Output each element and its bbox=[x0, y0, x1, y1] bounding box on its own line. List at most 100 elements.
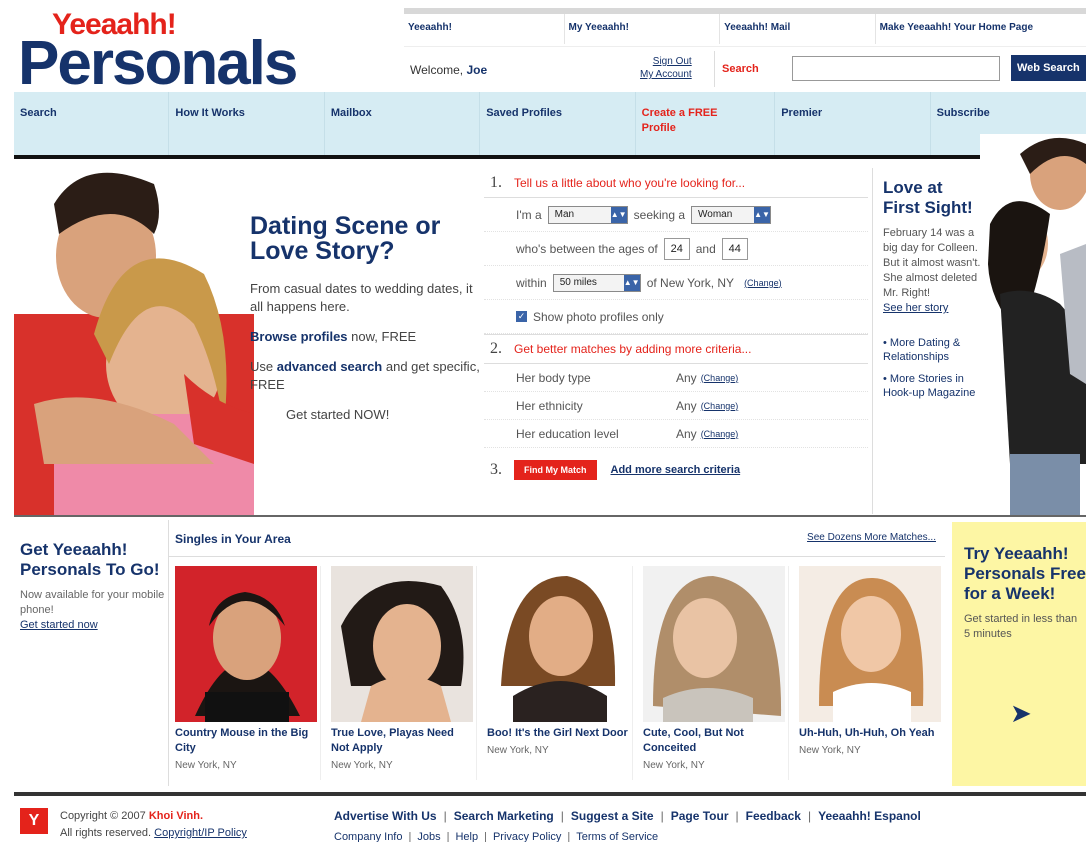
single-profile-card[interactable]: Cute, Cool, But Not Conceited New York, … bbox=[643, 566, 789, 780]
sign-out-link[interactable]: Sign Out bbox=[653, 56, 692, 67]
copyright-policy-link[interactable]: Copyright/IP Policy bbox=[154, 827, 247, 839]
advanced-search-link[interactable]: advanced search bbox=[277, 359, 383, 374]
nav-mailbox[interactable]: Mailbox bbox=[325, 92, 481, 155]
footer-link[interactable]: Jobs bbox=[417, 831, 440, 842]
top-links-bar: Yeeaahh! My Yeeaahh! Yeeaahh! Mail Make … bbox=[404, 8, 1086, 44]
profile-photo[interactable] bbox=[799, 566, 941, 722]
change-location-link[interactable]: (Change) bbox=[744, 278, 782, 288]
browse-profiles-link[interactable]: Browse profiles bbox=[250, 329, 348, 344]
gender-row: I'm a Man ▲▼ seeking a Woman ▲▼ bbox=[484, 198, 868, 232]
my-account-link[interactable]: My Account bbox=[640, 69, 692, 80]
single-profile-card[interactable]: Country Mouse in the Big City New York, … bbox=[175, 566, 321, 780]
profile-caption[interactable]: Boo! It's the Girl Next Door bbox=[487, 726, 632, 741]
top-link-make-home[interactable]: Make Yeeaahh! Your Home Page bbox=[874, 14, 1086, 44]
hero-headline: Dating Scene or Love Story? bbox=[250, 212, 441, 265]
free-trial-promo[interactable]: Try Yeeaahh! Personals Free for a Week! … bbox=[952, 522, 1086, 786]
profile-photo[interactable] bbox=[643, 566, 785, 722]
mobile-promo: Get Yeeaahh! Personals To Go! Now availa… bbox=[14, 520, 166, 786]
seeking-select[interactable]: Woman ▲▼ bbox=[691, 205, 772, 224]
footer-link[interactable]: Page Tour bbox=[671, 809, 729, 823]
distance-select[interactable]: 50 miles ▲▼ bbox=[552, 273, 641, 292]
footer-link[interactable]: Feedback bbox=[746, 809, 801, 823]
footer-link[interactable]: Suggest a Site bbox=[571, 809, 654, 823]
step-1-header: 1. Tell us a little about who you're loo… bbox=[484, 168, 868, 198]
see-more-matches-link[interactable]: See Dozens More Matches... bbox=[807, 532, 936, 543]
step-1-number: 1. bbox=[490, 173, 502, 191]
copyright: Copyright © 2007 Khoi Vinh. All rights r… bbox=[60, 808, 247, 842]
profile-photo[interactable] bbox=[331, 566, 473, 722]
get-started-now-link[interactable]: Get started now bbox=[20, 619, 98, 631]
profile-photo[interactable] bbox=[175, 566, 317, 722]
add-more-criteria-link[interactable]: Add more search criteria bbox=[611, 464, 741, 476]
single-profile-card[interactable]: Boo! It's the Girl Next Door New York, N… bbox=[487, 566, 633, 780]
site-logo[interactable]: Yeeaahh! Personals bbox=[18, 8, 338, 98]
footer-link[interactable]: Help bbox=[455, 831, 478, 842]
try-text: Get started in less than 5 minutes bbox=[964, 613, 1078, 640]
step-2-header: 2. Get better matches by adding more cri… bbox=[484, 334, 868, 364]
love-at-first-sight-promo: Love at First Sight! February 14 was a b… bbox=[872, 168, 984, 514]
profile-photo[interactable] bbox=[487, 566, 629, 722]
footer-divider bbox=[14, 792, 1086, 796]
footer-link[interactable]: Search Marketing bbox=[454, 809, 554, 823]
age-min-input[interactable]: 24 bbox=[663, 237, 690, 260]
age-row: who's between the ages of 24 and 44 bbox=[484, 232, 868, 266]
nav-how-it-works[interactable]: How It Works bbox=[169, 92, 325, 155]
age-max-input[interactable]: 44 bbox=[721, 237, 748, 260]
browse-line: Browse profiles now, FREE bbox=[250, 328, 480, 346]
change-body-type-link[interactable]: (Change) bbox=[701, 373, 739, 383]
change-education-link[interactable]: (Change) bbox=[701, 429, 739, 439]
photo-only-checkbox[interactable]: ✓ bbox=[516, 311, 527, 322]
criteria-label: Her education level bbox=[516, 426, 619, 441]
nav-create-profile[interactable]: Create a FREE Profile bbox=[636, 92, 776, 155]
select-arrow-icon: ▲▼ bbox=[610, 206, 627, 223]
change-ethnicity-link[interactable]: (Change) bbox=[701, 401, 739, 411]
love-story-text: February 14 was a big day for Colleen. B… bbox=[883, 227, 981, 299]
get-started-text: Get started NOW! bbox=[286, 407, 390, 422]
arrow-right-icon[interactable]: ➤ bbox=[1010, 698, 1032, 729]
nav-search[interactable]: Search bbox=[14, 92, 170, 155]
footer-link[interactable]: Privacy Policy bbox=[493, 831, 561, 842]
top-link-my-yeeaahh[interactable]: My Yeeaahh! bbox=[563, 14, 720, 44]
author-name: Khoi Vinh. bbox=[148, 810, 204, 822]
footer-links: Advertise With Us | Search Marketing | Sugge… bbox=[334, 809, 921, 842]
profile-caption[interactable]: Cute, Cool, But Not Conceited bbox=[643, 726, 788, 756]
mobile-title: Get Yeeaahh! Personals To Go! bbox=[20, 540, 160, 579]
nav-saved-profiles[interactable]: Saved Profiles bbox=[480, 92, 636, 155]
nav-premier[interactable]: Premier bbox=[775, 92, 931, 155]
more-stories-link[interactable]: • More Stories in Hook-up Magazine bbox=[883, 372, 984, 400]
profile-caption[interactable]: Uh-Huh, Uh-Huh, Oh Yeah bbox=[799, 726, 945, 741]
single-profile-card[interactable]: Uh-Huh, Uh-Huh, Oh Yeah New York, NY bbox=[799, 566, 945, 780]
gender-select[interactable]: Man ▲▼ bbox=[547, 205, 628, 224]
within-label: within bbox=[516, 275, 547, 290]
footer-link[interactable]: Terms of Service bbox=[576, 831, 658, 842]
step-2-number: 2. bbox=[490, 340, 502, 357]
step-3-row: 3. Find My Match Add more search criteri… bbox=[484, 448, 868, 492]
photo-only-label: Show photo profiles only bbox=[533, 309, 664, 324]
distance-row: within 50 miles ▲▼ of New York, NY (Chang… bbox=[484, 266, 868, 300]
photo-row: ✓ Show photo profiles only bbox=[484, 300, 868, 334]
footer-link[interactable]: Company Info bbox=[334, 831, 402, 842]
logo-personals-text: Personals bbox=[18, 29, 298, 98]
profile-caption[interactable]: True Love, Playas Need Not Apply bbox=[331, 726, 476, 756]
top-link-mail[interactable]: Yeeaahh! Mail bbox=[719, 14, 875, 44]
more-dating-link[interactable]: • More Dating & Relationships bbox=[883, 336, 984, 364]
see-her-story-link[interactable]: See her story bbox=[883, 302, 948, 314]
footer-link[interactable]: Yeeaahh! Espanol bbox=[818, 809, 921, 823]
find-my-match-button[interactable]: Find My Match bbox=[514, 460, 597, 480]
top-link-home[interactable]: Yeeaahh! bbox=[404, 14, 564, 44]
try-title: Try Yeeaahh! Personals Free for a Week! bbox=[964, 544, 1086, 603]
select-arrow-icon: ▲▼ bbox=[623, 274, 640, 291]
web-search-button[interactable]: Web Search bbox=[1011, 55, 1086, 81]
profile-caption[interactable]: Country Mouse in the Big City bbox=[175, 726, 320, 756]
divider bbox=[714, 51, 715, 87]
profile-location: New York, NY bbox=[643, 760, 705, 771]
account-links: Sign Out My Account bbox=[640, 55, 692, 81]
single-profile-card[interactable]: True Love, Playas Need Not Apply New Yor… bbox=[331, 566, 477, 780]
search-input[interactable] bbox=[792, 56, 1000, 81]
user-name: Joe bbox=[466, 63, 488, 77]
copyright-text: Copyright © 2007 bbox=[60, 810, 146, 822]
love-title: Love at First Sight! bbox=[883, 178, 973, 217]
singles-section: Singles in Your Area See Dozens More Mat… bbox=[168, 520, 945, 786]
footer-link[interactable]: Advertise With Us bbox=[334, 809, 437, 823]
im-a-label: I'm a bbox=[516, 207, 542, 222]
